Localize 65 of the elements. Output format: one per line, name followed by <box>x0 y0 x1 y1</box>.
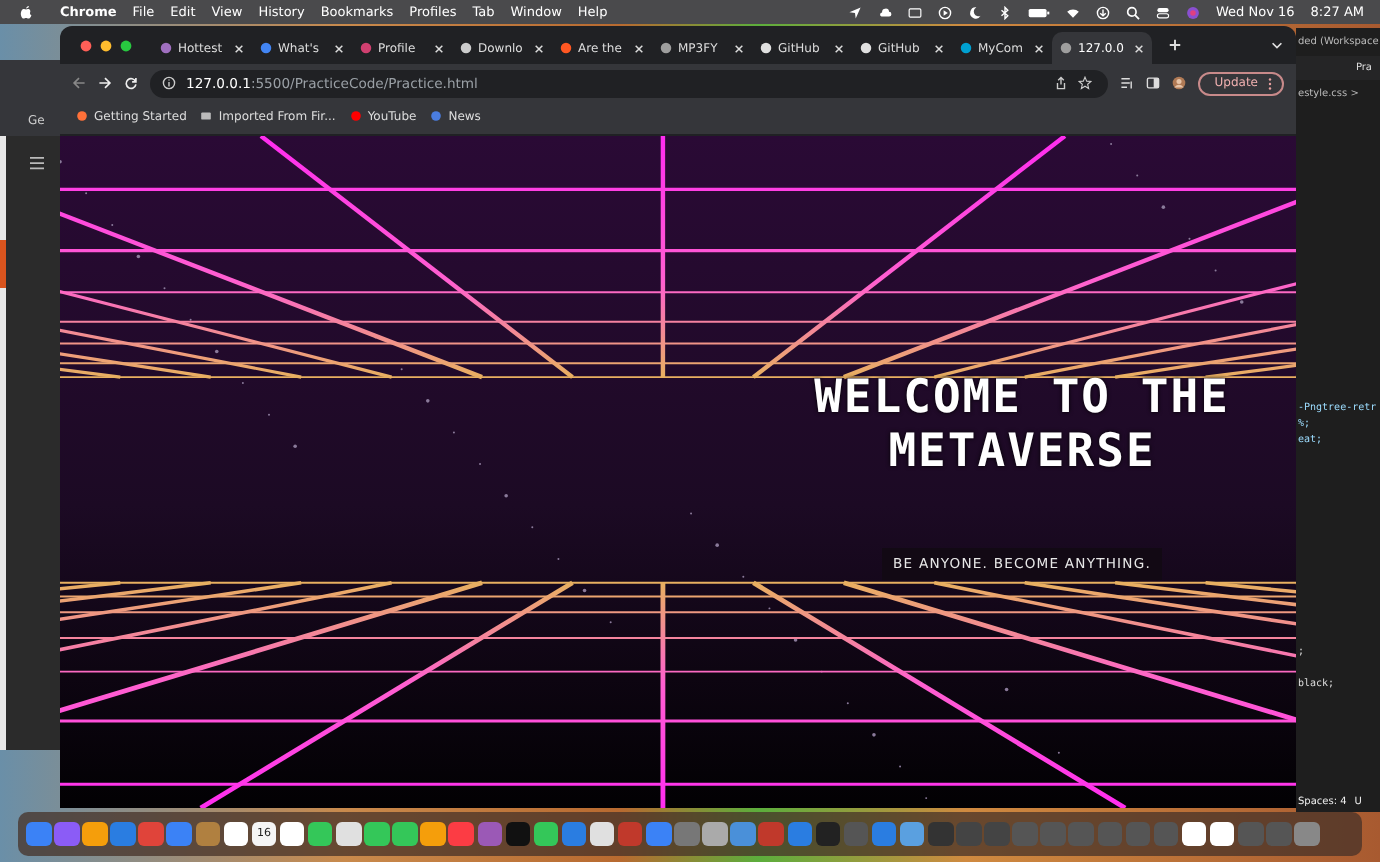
close-icon[interactable] <box>834 43 844 53</box>
close-window-icon[interactable] <box>80 39 92 51</box>
app-icon[interactable] <box>1181 821 1207 847</box>
close-icon[interactable] <box>334 43 344 53</box>
favicon-icon <box>360 42 372 54</box>
bluetooth-icon[interactable] <box>998 5 1013 19</box>
app-icon[interactable] <box>279 821 305 847</box>
close-icon[interactable] <box>934 43 944 53</box>
app-icon[interactable] <box>589 821 615 847</box>
favicon-icon <box>860 42 872 54</box>
close-icon[interactable] <box>1134 43 1144 53</box>
maximize-window-icon[interactable] <box>120 39 132 51</box>
favicon-icon <box>560 42 572 54</box>
favicon-icon <box>460 42 472 54</box>
forward-arrow-icon[interactable] <box>98 76 112 90</box>
favicon-icon <box>760 42 772 54</box>
page-heading: WELCOME TO THE METAVERSE <box>812 372 1232 480</box>
moon-icon[interactable] <box>968 5 983 19</box>
close-icon[interactable] <box>434 43 444 53</box>
star-icon[interactable] <box>1078 76 1093 90</box>
wifi-icon[interactable] <box>1066 5 1081 19</box>
close-icon[interactable] <box>734 43 744 53</box>
menu-icon[interactable] <box>28 156 46 170</box>
apple-icon[interactable] <box>20 4 32 20</box>
favicon-icon <box>1060 42 1072 54</box>
reading-list-icon[interactable] <box>1120 76 1135 90</box>
side-panel-icon[interactable] <box>1146 76 1161 90</box>
app-icon[interactable] <box>392 821 418 847</box>
bookmark-favicon-icon <box>76 110 88 122</box>
bookmark-favicon-icon <box>349 110 362 122</box>
chevron-down-icon[interactable] <box>1270 38 1284 52</box>
close-icon[interactable] <box>234 43 244 53</box>
favicon-icon <box>160 42 172 54</box>
battery-icon[interactable] <box>1028 5 1051 19</box>
favicon-icon <box>960 42 972 54</box>
bookmark-favicon-icon <box>430 110 443 122</box>
download-circle-icon[interactable] <box>1096 5 1111 19</box>
display-icon[interactable] <box>908 5 923 19</box>
favicon-icon <box>660 42 672 54</box>
avatar-icon[interactable] <box>1172 76 1187 90</box>
app-icon[interactable] <box>336 821 362 847</box>
app-icon[interactable] <box>223 821 249 847</box>
toggles-icon[interactable] <box>1156 5 1171 19</box>
bookmark-favicon-icon <box>200 110 213 122</box>
close-icon[interactable] <box>634 43 644 53</box>
minimize-window-icon[interactable] <box>100 39 112 51</box>
info-icon[interactable] <box>162 76 176 90</box>
close-icon[interactable] <box>534 43 544 53</box>
app-icon[interactable] <box>533 821 559 847</box>
share-icon[interactable] <box>1054 76 1069 90</box>
new-tab-icon[interactable] <box>1168 38 1182 52</box>
app-icon[interactable] <box>1209 821 1235 847</box>
play-circle-icon[interactable] <box>938 5 953 19</box>
app-icon[interactable] <box>307 821 333 847</box>
reload-icon[interactable] <box>124 76 138 90</box>
location-icon[interactable] <box>848 5 863 19</box>
cloud-icon[interactable] <box>878 5 893 19</box>
app-icon[interactable] <box>364 821 390 847</box>
close-icon[interactable] <box>1034 43 1044 53</box>
favicon-icon <box>260 42 272 54</box>
back-arrow-icon[interactable] <box>72 76 86 90</box>
search-icon[interactable] <box>1126 5 1141 19</box>
app-icon[interactable] <box>82 821 108 847</box>
app-icon[interactable] <box>420 821 446 847</box>
app-icon[interactable] <box>702 821 728 847</box>
